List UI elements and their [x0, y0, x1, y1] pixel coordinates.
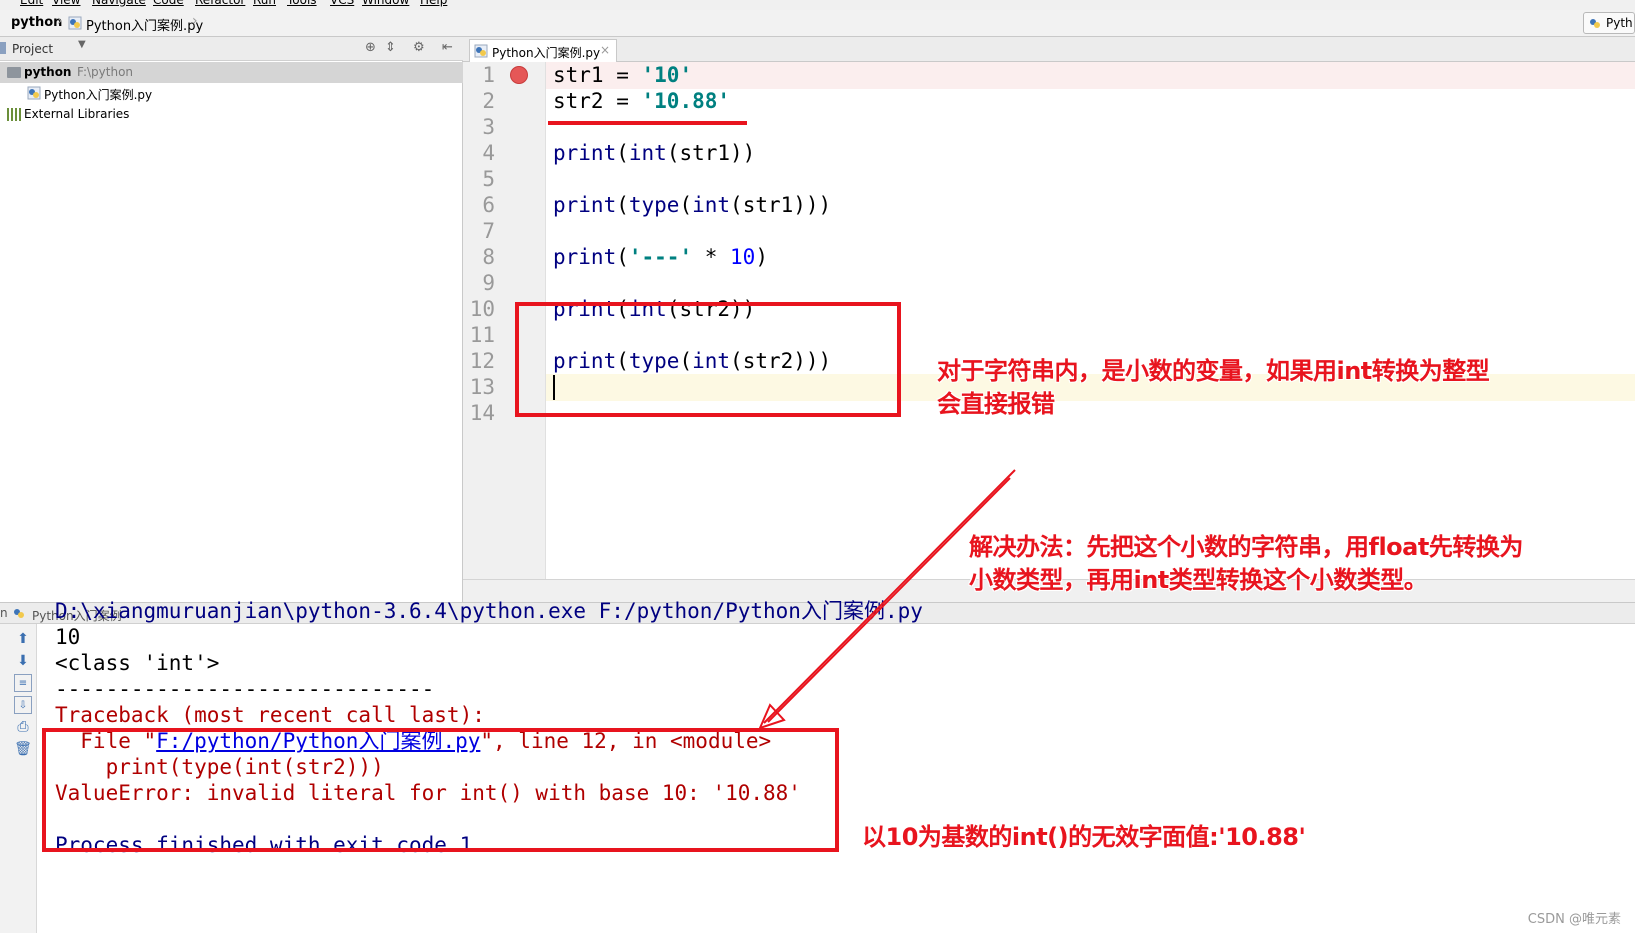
library-icon [7, 108, 21, 121]
trash-icon[interactable]: 🗑 [14, 740, 32, 758]
line-number: 14 [469, 401, 495, 425]
locate-target-icon[interactable]: ⊕ [365, 40, 376, 55]
editor-tab-bar: Python入门案例.py × [463, 37, 1635, 62]
line-number: 13 [469, 375, 495, 399]
line-number: 11 [469, 323, 495, 347]
line-number: 10 [469, 297, 495, 321]
arrow-down-icon[interactable]: ⬇ [14, 652, 32, 670]
line-number: 6 [482, 193, 495, 217]
line-number: 3 [482, 115, 495, 139]
annotation-note-error-line2: 会直接报错 [937, 390, 1055, 418]
close-icon[interactable]: × [600, 43, 610, 57]
console-line: 10 [55, 625, 81, 649]
collapse-all-icon[interactable]: ⇕ [385, 40, 396, 55]
editor-tab-label: Python入门案例.py [492, 46, 601, 60]
line-number: 8 [482, 245, 495, 269]
print-icon[interactable]: ⎙ [14, 718, 32, 736]
project-tool-window: Project ▼ ⊕ ⇕ ⚙ ⇤ python F:\python Pytho… [0, 37, 463, 602]
soft-wrap-icon[interactable]: ≡ [14, 674, 32, 692]
line-number: 7 [482, 219, 495, 243]
python-file-icon [27, 86, 41, 100]
project-root-name: python [24, 65, 72, 79]
python-file-icon [68, 16, 82, 30]
menu-item[interactable]: Navigate [92, 0, 146, 7]
scroll-to-end-icon[interactable]: ⇩ [14, 696, 32, 714]
external-libraries-label: External Libraries [24, 107, 130, 121]
line-number: 9 [482, 271, 495, 295]
console-line: <class 'int'> [55, 651, 220, 675]
run-tool-window-icon: n [0, 606, 8, 620]
code-line[interactable]: str1 = '10' [553, 62, 692, 89]
line-number: 4 [482, 141, 495, 165]
python-file-icon [474, 44, 488, 58]
watermark: CSDN @唯元素 [1527, 912, 1621, 927]
project-root-path: F:\python [77, 65, 134, 79]
line-number: 1 [482, 63, 495, 87]
console-line: D:\xiangmuruanjian\python-3.6.4\python.e… [55, 599, 923, 623]
breadcrumb-project[interactable]: python [11, 15, 62, 30]
line-number: 2 [482, 89, 495, 113]
menu-item[interactable]: Window [362, 0, 409, 7]
hide-panel-icon[interactable]: ⇤ [442, 40, 453, 55]
folder-icon [7, 67, 21, 78]
menu-item[interactable]: Run [253, 0, 276, 7]
annotation-note-solution-line1: 解决办法：先把这个小数的字符串，用float先转换为 [969, 533, 1523, 561]
annotation-note-valueerror: 以10为基数的int()的无效字面值:'10.88' [862, 823, 1306, 851]
breakpoint-icon[interactable] [510, 66, 528, 84]
annotation-note-solution-line2: 小数类型，再用int类型转换这个小数类型。 [969, 566, 1428, 594]
code-line[interactable]: print('---' * 10) [553, 244, 768, 271]
arrow-up-icon[interactable]: ⬆ [14, 630, 32, 648]
annotation-box-traceback [42, 728, 839, 852]
editor-tab-active[interactable]: Python入门案例.py × [469, 39, 617, 62]
project-pane-header: Project ▼ ⊕ ⇕ ⚙ ⇤ [0, 37, 463, 61]
gear-icon[interactable]: ⚙ [413, 40, 425, 55]
console-line: Traceback (most recent call last): [55, 703, 485, 727]
line-number: 12 [469, 349, 495, 373]
tree-item-project-root[interactable]: python F:\python [0, 62, 463, 83]
menu-bar: Edit View Navigate Code Refactor Run Tools VCS W… [0, 0, 1635, 10]
python-file-icon [14, 609, 24, 618]
menu-item[interactable]: View [52, 0, 80, 7]
menu-item[interactable]: VCS [330, 0, 354, 7]
breadcrumb-file[interactable]: Python入门案例.py [86, 15, 203, 34]
line-number: 5 [482, 167, 495, 191]
python-file-name: Python入门案例.py [44, 88, 153, 102]
python-file-icon [1590, 19, 1600, 28]
run-configuration-selector[interactable]: Pyth [1583, 12, 1635, 34]
code-line[interactable]: print(type(int(str1))) [553, 192, 831, 219]
project-view-icon [0, 42, 6, 54]
annotation-note-error-line1: 对于字符串内，是小数的变量，如果用int转换为整型 [937, 357, 1490, 385]
breadcrumb-separator-icon: › [57, 13, 63, 29]
run-configuration-label: Pyth [1606, 16, 1633, 30]
navigation-bar: python › Python入门案例.py › Pyth [0, 10, 1635, 37]
menu-item[interactable]: Code [153, 0, 184, 7]
code-line[interactable]: str2 = '10.88' [553, 88, 730, 115]
menu-item[interactable]: Refactor [195, 0, 245, 7]
chevron-down-icon[interactable]: ▼ [78, 39, 86, 50]
annotation-box-code [515, 302, 901, 417]
breadcrumb-separator-icon: › [192, 13, 198, 29]
tree-item-python-file[interactable]: Python入门案例.py [0, 83, 463, 104]
menu-item[interactable]: Help [420, 0, 447, 7]
code-line[interactable]: print(int(str1)) [553, 140, 755, 167]
menu-item[interactable]: Tools [287, 0, 317, 7]
project-pane-title[interactable]: Project [12, 42, 53, 56]
menu-item[interactable]: Edit [20, 0, 43, 7]
annotation-underline [548, 121, 747, 125]
console-line: ------------------------------ [55, 677, 435, 701]
run-toolbar: ⬆ ⬇ ≡ ⇩ ⎙ 🗑 [0, 624, 37, 933]
tree-item-external-libraries[interactable]: External Libraries [0, 104, 463, 125]
